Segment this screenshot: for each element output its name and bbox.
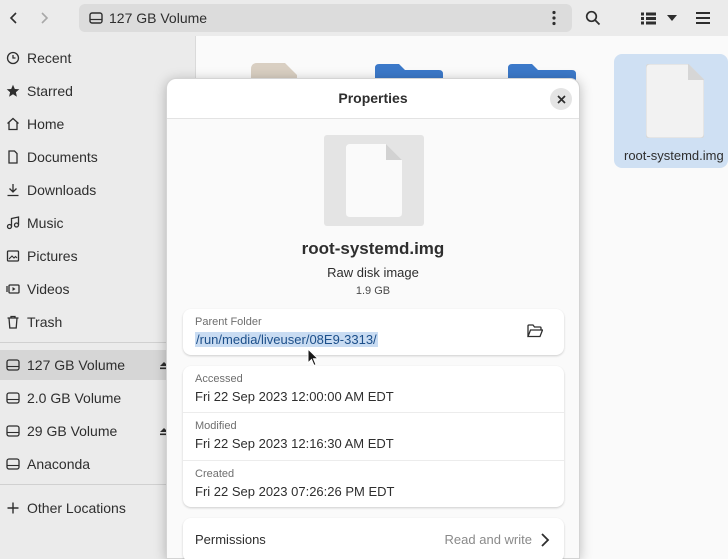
sidebar-item-label: Starred: [27, 83, 73, 99]
drive-icon: [6, 392, 20, 404]
sidebar-item-label: Anaconda: [27, 456, 91, 472]
drive-icon: [6, 458, 20, 470]
modified-value: Fri 22 Sep 2023 12:16:30 AM EDT: [195, 436, 394, 451]
forward-button[interactable]: [30, 4, 58, 32]
sidebar-item-label: Music: [27, 215, 64, 231]
dialog-header: Properties: [167, 79, 579, 119]
drive-icon: [6, 359, 20, 371]
selected-file-name: root-systemd.img: [624, 148, 724, 163]
search-button[interactable]: [579, 4, 607, 32]
sidebar-item-label: Pictures: [27, 248, 78, 264]
mouse-cursor-icon: [307, 348, 319, 367]
back-icon: [9, 12, 17, 24]
accessed-value: Fri 22 Sep 2023 12:00:00 AM EDT: [195, 389, 394, 404]
selected-file-item[interactable]: root-systemd.img: [614, 54, 728, 168]
star-icon: [6, 84, 20, 97]
hamburger-menu-icon: [696, 12, 710, 24]
modified-caption: Modified: [195, 420, 237, 432]
chevron-right-icon: [541, 533, 550, 547]
file-icon: [346, 144, 402, 217]
sidebar-item-label: 127 GB Volume: [27, 357, 126, 373]
parent-folder-path[interactable]: /run/media/liveuser/08E9-3313/: [195, 332, 378, 347]
permissions-label: Permissions: [195, 532, 266, 547]
plus-icon: [7, 502, 19, 514]
sidebar-item-label: Downloads: [27, 182, 97, 198]
header-bar: 127 GB Volume: [0, 0, 728, 36]
path-location-label: 127 GB Volume: [109, 10, 208, 26]
file-icon: [646, 64, 704, 138]
download-icon: [7, 184, 19, 197]
open-folder-icon[interactable]: [527, 324, 543, 338]
sidebar-item-label: Trash: [27, 314, 63, 330]
sidebar-item-label: Home: [27, 116, 65, 132]
drive-icon: [89, 12, 103, 24]
created-caption: Created: [195, 468, 235, 480]
music-icon: [6, 216, 20, 230]
sidebar-item-label: Recent: [27, 50, 72, 66]
main-menu-button[interactable]: [689, 4, 717, 32]
clock-icon: [6, 51, 20, 65]
picture-icon: [6, 250, 20, 262]
search-icon: [585, 10, 601, 26]
parent-folder-caption: Parent Folder: [195, 316, 262, 328]
file-type: Raw disk image: [327, 265, 419, 280]
parent-folder-card: Parent Folder /run/media/liveuser/08E9-3…: [183, 309, 564, 355]
sidebar-item-label: Documents: [27, 149, 98, 165]
chevron-down-icon: [667, 15, 677, 21]
document-icon: [8, 150, 18, 164]
drive-icon: [6, 425, 20, 437]
close-icon: [556, 94, 566, 104]
list-view-icon: [640, 12, 656, 24]
kebab-menu-icon[interactable]: [552, 10, 556, 26]
sidebar-item-label: 29 GB Volume: [27, 423, 118, 439]
forward-icon: [41, 12, 49, 24]
created-value: Fri 22 Sep 2023 07:26:26 PM EDT: [195, 484, 395, 499]
path-bar[interactable]: 127 GB Volume: [79, 4, 572, 32]
row-divider: [183, 412, 564, 413]
view-toggle-button[interactable]: [634, 4, 662, 32]
back-button[interactable]: [0, 4, 28, 32]
close-button[interactable]: [550, 88, 572, 110]
permissions-row[interactable]: Permissions Read and write: [183, 518, 564, 559]
timestamps-card: Accessed Fri 22 Sep 2023 12:00:00 AM EDT…: [183, 366, 564, 507]
file-name: root-systemd.img: [301, 239, 445, 258]
properties-dialog: Properties root-systemd.img Raw disk ima…: [166, 78, 580, 559]
sidebar-item-recent[interactable]: Recent: [0, 43, 196, 73]
home-icon: [7, 117, 19, 131]
dialog-title: Properties: [338, 90, 408, 106]
accessed-caption: Accessed: [195, 373, 243, 385]
permissions-value: Read and write: [444, 532, 532, 547]
file-size: 1.9 GB: [355, 285, 391, 297]
sidebar-item-label: 2.0 GB Volume: [27, 390, 122, 406]
parent-folder-path-text[interactable]: /run/media/liveuser/08E9-3313/: [195, 332, 378, 347]
trash-icon: [7, 315, 19, 329]
file-thumbnail: [324, 135, 424, 226]
sidebar-item-label: Other Locations: [27, 500, 126, 516]
view-options-button[interactable]: [659, 4, 685, 32]
sidebar-item-label: Videos: [27, 281, 70, 297]
video-icon: [6, 284, 20, 294]
row-divider: [183, 460, 564, 461]
